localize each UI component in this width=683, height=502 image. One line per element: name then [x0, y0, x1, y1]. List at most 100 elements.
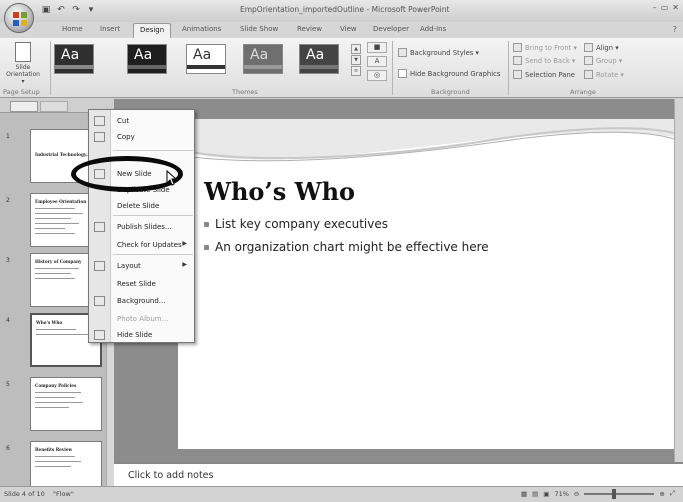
bring-to-front-icon [513, 43, 522, 52]
send-to-back-icon [513, 56, 522, 65]
zoom-in-icon[interactable]: ⊕ [659, 490, 664, 498]
slide-show-icon[interactable]: ▣ [543, 490, 549, 498]
slide-thumbnail-6[interactable]: Benefits Review [30, 441, 102, 486]
submenu-arrow-icon: ▶ [182, 261, 187, 268]
thumbnail-number: 4 [6, 317, 10, 324]
tab-add-ins[interactable]: Add-Ins [420, 25, 446, 33]
tab-insert[interactable]: Insert [100, 25, 120, 33]
slide-title[interactable]: Who’s Who [204, 177, 355, 206]
menu-item-label: Cut [117, 117, 130, 125]
menu-item-publish-slides[interactable]: Publish Slides... [89, 219, 195, 235]
theme-fonts-button[interactable]: A [367, 56, 387, 67]
arrange-group-label: Arrange [570, 88, 596, 96]
customize-qat-icon[interactable]: ▾ [85, 4, 97, 16]
menu-item-label: Delete Slide [117, 202, 160, 210]
title-bar: ▣ ↶ ↷ ▾ EmpOrientation_importedOutline -… [0, 0, 683, 22]
menu-item-hide-slide[interactable]: Hide Slide [89, 327, 195, 343]
themes-scroll-up-button[interactable]: ▲ [351, 44, 361, 54]
menu-item-label: Publish Slides... [117, 223, 172, 231]
align-icon [584, 43, 593, 52]
send-to-back-button[interactable]: Send to Back ▾ [513, 56, 575, 65]
tab-animations[interactable]: Animations [182, 25, 221, 33]
menu-item-check-for-updates[interactable]: Check for Updates ▶ [89, 237, 195, 253]
maximize-button[interactable]: ▭ [661, 3, 669, 12]
office-button[interactable] [4, 3, 34, 33]
theme-options: ■ A ◎ [367, 42, 387, 81]
slide-thumbnail-5[interactable]: Company Policies [30, 377, 102, 431]
redo-icon[interactable]: ↷ [70, 4, 82, 16]
theme-aa-label: Aa [134, 47, 153, 63]
thumbnail-number: 2 [6, 197, 10, 204]
zoom-out-icon[interactable]: ⊖ [574, 490, 579, 498]
theme-aa-label: Aa [61, 47, 80, 63]
minimize-button[interactable]: – [653, 3, 657, 12]
group-label: Group ▾ [596, 56, 623, 65]
menu-item-label: Copy [117, 133, 135, 141]
hide-background-graphics-checkbox[interactable]: Hide Background Graphics [398, 69, 500, 78]
menu-item-background[interactable]: Background... [89, 293, 195, 309]
bring-to-front-button[interactable]: Bring to Front ▾ [513, 43, 577, 52]
slide-bullet-2[interactable]: An organization chart might be effective… [204, 240, 489, 254]
scissors-icon [94, 116, 105, 126]
help-icon[interactable]: ? [673, 25, 677, 34]
tab-design[interactable]: Design [133, 23, 172, 39]
themes-scroll: ▲ ▼ ≡ [351, 44, 361, 76]
slide-bullet-1[interactable]: List key company executives [204, 217, 388, 231]
tab-home[interactable]: Home [62, 25, 83, 33]
menu-item-delete-slide[interactable]: Delete Slide [89, 198, 195, 214]
copy-icon [94, 132, 105, 142]
theme-thumbnail-4[interactable]: Aa [243, 44, 283, 74]
outline-tab[interactable] [40, 101, 68, 112]
notes-pane[interactable]: Click to add notes [114, 462, 683, 486]
tab-developer[interactable]: Developer [373, 25, 409, 33]
themes-more-button[interactable]: ≡ [351, 66, 361, 76]
thumbnail-title: Employee Orientation [35, 199, 87, 204]
selection-pane-icon [513, 70, 522, 79]
ribbon-divider [392, 41, 393, 95]
thumbnail-number: 1 [6, 133, 10, 140]
align-button[interactable]: Align ▾ [584, 43, 619, 52]
theme-thumbnail-3[interactable]: Aa [186, 44, 226, 74]
fit-to-window-icon[interactable]: ⤢ [670, 489, 675, 498]
themes-scroll-down-button[interactable]: ▼ [351, 55, 361, 65]
slide-sorter-icon[interactable]: ▤ [532, 490, 538, 498]
background-styles-button[interactable]: Background Styles ▾ [398, 48, 479, 57]
group-button[interactable]: Group ▾ [584, 56, 622, 65]
menu-item-layout[interactable]: Layout ▶ [89, 258, 195, 274]
tab-review[interactable]: Review [297, 25, 322, 33]
menu-item-label: Check for Updates [117, 241, 182, 249]
menu-item-reset-slide[interactable]: Reset Slide [89, 276, 195, 292]
thumbnail-title: History of Company [35, 259, 82, 264]
bring-to-front-label: Bring to Front ▾ [525, 43, 577, 52]
undo-icon[interactable]: ↶ [55, 4, 67, 16]
menu-item-copy[interactable]: Copy [89, 129, 195, 145]
theme-aa-label: Aa [193, 47, 212, 63]
ribbon-tab-strip: Home Insert Design Animations Slide Show… [0, 22, 683, 39]
tab-slide-show[interactable]: Slide Show [240, 25, 278, 33]
window-title: EmpOrientation_importedOutline - Microso… [240, 5, 450, 14]
slides-tab[interactable] [10, 101, 38, 112]
background-group-label: Background [431, 88, 470, 96]
tab-view[interactable]: View [340, 25, 357, 33]
zoom-slider[interactable] [584, 488, 655, 499]
thumbnail-title: Industrial Technology... [35, 152, 91, 157]
menu-separator [113, 215, 193, 216]
send-to-back-label: Send to Back ▾ [525, 56, 576, 65]
zoom-level[interactable]: 71% [554, 490, 568, 498]
theme-effects-button[interactable]: ◎ [367, 70, 387, 81]
ribbon-divider [508, 41, 509, 95]
slide-vertical-scrollbar[interactable] [674, 99, 683, 462]
menu-item-cut[interactable]: Cut [89, 113, 195, 129]
theme-thumbnail-1[interactable]: Aa [54, 44, 94, 74]
selection-pane-button[interactable]: Selection Pane [513, 70, 575, 79]
close-button[interactable]: ✕ [672, 3, 679, 12]
slide-header-wave [178, 119, 674, 162]
slide-canvas[interactable]: Who’s Who List key company executives An… [178, 119, 674, 449]
theme-colors-button[interactable]: ■ [367, 42, 387, 53]
theme-thumbnail-5[interactable]: Aa [299, 44, 339, 74]
slide-orientation-button[interactable]: Slide Orientation ▾ [4, 42, 42, 85]
save-icon[interactable]: ▣ [40, 4, 52, 16]
theme-thumbnail-2[interactable]: Aa [127, 44, 167, 74]
normal-view-icon[interactable]: ▦ [521, 490, 527, 498]
rotate-button[interactable]: Rotate ▾ [584, 70, 624, 79]
